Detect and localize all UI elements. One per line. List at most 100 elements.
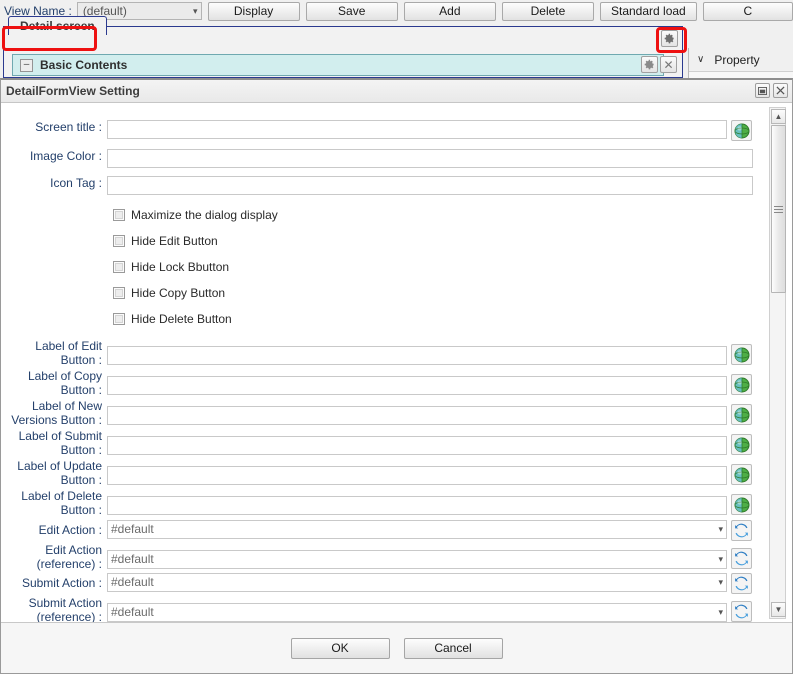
label-submit-button-input[interactable] xyxy=(107,436,727,455)
display-button[interactable]: Display xyxy=(207,1,300,21)
globe-icon xyxy=(734,347,749,362)
dialog-titlebar: DetailFormView Setting xyxy=(1,80,792,103)
dialog-window-controls xyxy=(755,83,788,98)
chevron-down-icon: ▾ xyxy=(718,607,723,617)
submit-action-refresh-button[interactable] xyxy=(731,573,752,594)
label-line-1: Label of Delete xyxy=(21,489,102,503)
chevron-down-icon: ▾ xyxy=(718,524,723,534)
checkbox-icon[interactable] xyxy=(113,235,125,247)
basic-contents-gear-icon[interactable] xyxy=(641,56,658,73)
label-edit-button-i18n-button[interactable] xyxy=(731,344,752,365)
checkbox-row-maximize-dialog[interactable]: Maximize the dialog display xyxy=(113,208,758,222)
cancel-button[interactable]: Cancel xyxy=(403,637,503,659)
detail-screen-gear-icon[interactable] xyxy=(661,30,678,47)
label-update-button-i18n-button[interactable] xyxy=(731,464,752,485)
close-icon[interactable] xyxy=(773,83,788,98)
label-line-2: Button : xyxy=(60,473,102,487)
refresh-icon xyxy=(735,551,748,566)
chevron-down-icon: ▾ xyxy=(718,554,723,564)
checkbox-row-hide-edit-button[interactable]: Hide Edit Button xyxy=(113,234,758,248)
label-delete-button-i18n-button[interactable] xyxy=(731,494,752,515)
globe-icon xyxy=(734,437,749,452)
label-line-1: Label of Update xyxy=(17,459,102,473)
screen-title-label: Screen title : xyxy=(35,120,102,134)
label-line-2: (reference) : xyxy=(36,610,102,623)
image-color-label: Image Color : xyxy=(29,149,102,163)
edit-action-reference-refresh-button[interactable] xyxy=(731,548,752,569)
scroll-down-icon[interactable]: ▼ xyxy=(771,602,786,617)
label-copy-button-input[interactable] xyxy=(107,376,727,395)
app-toolbar: View Name : (default) ▾ Display Save Add… xyxy=(0,0,793,22)
settings-form: Screen title : Image Color : Icon Tag: … xyxy=(1,103,758,623)
detail-screen-tab[interactable]: Detail screen xyxy=(8,16,107,35)
label-edit-button-label: Label of Edit Button : xyxy=(1,339,107,367)
checkbox-icon[interactable] xyxy=(113,209,125,221)
edit-action-select[interactable]: #default ▾ xyxy=(107,520,727,539)
edit-action-reference-label: Edit Action (reference) : xyxy=(1,543,107,571)
label-delete-button-label: Label of Delete Button : xyxy=(1,489,107,517)
checkbox-row-hide-copy-button[interactable]: Hide Copy Button xyxy=(113,286,758,300)
save-button[interactable]: Save xyxy=(305,1,398,21)
checkbox-row-hide-lock-button[interactable]: Hide Lock Bbutton xyxy=(113,260,758,274)
label-line-1: Label of New xyxy=(31,399,102,413)
globe-icon xyxy=(734,467,749,482)
label-update-button-label: Label of Update Button : xyxy=(1,459,107,487)
checkbox-icon[interactable] xyxy=(113,313,125,325)
label-line-1: Label of Submit xyxy=(18,429,102,443)
property-panel-header[interactable]: ∨ Property xyxy=(689,48,793,72)
label-update-button-input[interactable] xyxy=(107,466,727,485)
label-new-versions-button-i18n-button[interactable] xyxy=(731,404,752,425)
label-submit-button-i18n-button[interactable] xyxy=(731,434,752,455)
ok-button[interactable]: OK xyxy=(290,637,390,659)
chevron-down-icon: ▾ xyxy=(192,5,198,16)
checkbox-label: Hide Lock Bbutton xyxy=(131,260,230,274)
label-line-2: Button : xyxy=(60,443,102,457)
form-row-icon-tag: Icon Tag : xyxy=(1,176,758,195)
label-line-1: Submit Action xyxy=(28,596,102,610)
checkbox-icon[interactable] xyxy=(113,261,125,273)
collapse-icon[interactable]: – xyxy=(20,58,33,72)
scroll-up-icon[interactable]: ▲ xyxy=(771,109,786,124)
icon-tag-input[interactable] xyxy=(107,176,753,195)
maximize-icon[interactable] xyxy=(755,83,770,98)
submit-action-reference-refresh-button[interactable] xyxy=(731,601,752,622)
label-line-1: Edit Action xyxy=(45,543,102,557)
label-edit-button-input[interactable] xyxy=(107,346,727,365)
submit-action-reference-select[interactable]: #default ▾ xyxy=(107,603,727,622)
label-submit-button-label: Label of Submit Button : xyxy=(1,429,107,457)
label-new-versions-button-input[interactable] xyxy=(107,406,727,425)
scrollbar-thumb[interactable] xyxy=(771,125,786,293)
globe-icon xyxy=(734,377,749,392)
submit-action-select[interactable]: #default ▾ xyxy=(107,573,727,592)
screen-title-input[interactable] xyxy=(107,120,727,139)
basic-contents-close-icon[interactable]: ✕ xyxy=(660,56,677,73)
image-color-input[interactable] xyxy=(107,149,753,168)
label-line-1: Label of Copy xyxy=(27,369,102,383)
globe-icon xyxy=(734,123,749,138)
label-line-2: Button : xyxy=(60,503,102,517)
label-delete-button-input[interactable] xyxy=(107,496,727,515)
add-button[interactable]: Add xyxy=(403,1,496,21)
globe-icon xyxy=(734,497,749,512)
form-row-submit-action: Submit Action : #default ▾ xyxy=(1,573,758,594)
form-row-label-edit-button: Label of Edit Button : xyxy=(1,339,758,367)
edit-action-value: #default xyxy=(111,522,154,536)
standard-load-button[interactable]: Standard load xyxy=(600,1,697,21)
checkbox-icon[interactable] xyxy=(113,287,125,299)
delete-button[interactable]: Delete xyxy=(501,1,595,21)
edit-action-reference-value: #default xyxy=(111,552,154,566)
chevron-down-icon: ▾ xyxy=(718,577,723,587)
label-copy-button-i18n-button[interactable] xyxy=(731,374,752,395)
form-row-label-update-button: Label of Update Button : xyxy=(1,459,758,487)
extra-button[interactable]: C xyxy=(702,1,793,21)
scrollbar-grip-icon xyxy=(774,204,783,215)
submit-action-value: #default xyxy=(111,575,154,589)
dialog-footer: OK Cancel xyxy=(1,623,792,673)
label-line-2: Button : xyxy=(60,353,102,367)
edit-action-refresh-button[interactable] xyxy=(731,520,752,541)
detail-screen-panel: Detail screen – Basic Contents ✕ xyxy=(3,16,683,78)
edit-action-reference-select[interactable]: #default ▾ xyxy=(107,550,727,569)
form-vertical-scrollbar[interactable]: ▲ ▼ xyxy=(769,107,786,619)
checkbox-row-hide-delete-button[interactable]: Hide Delete Button xyxy=(113,312,758,326)
screen-title-i18n-button[interactable] xyxy=(731,120,752,141)
